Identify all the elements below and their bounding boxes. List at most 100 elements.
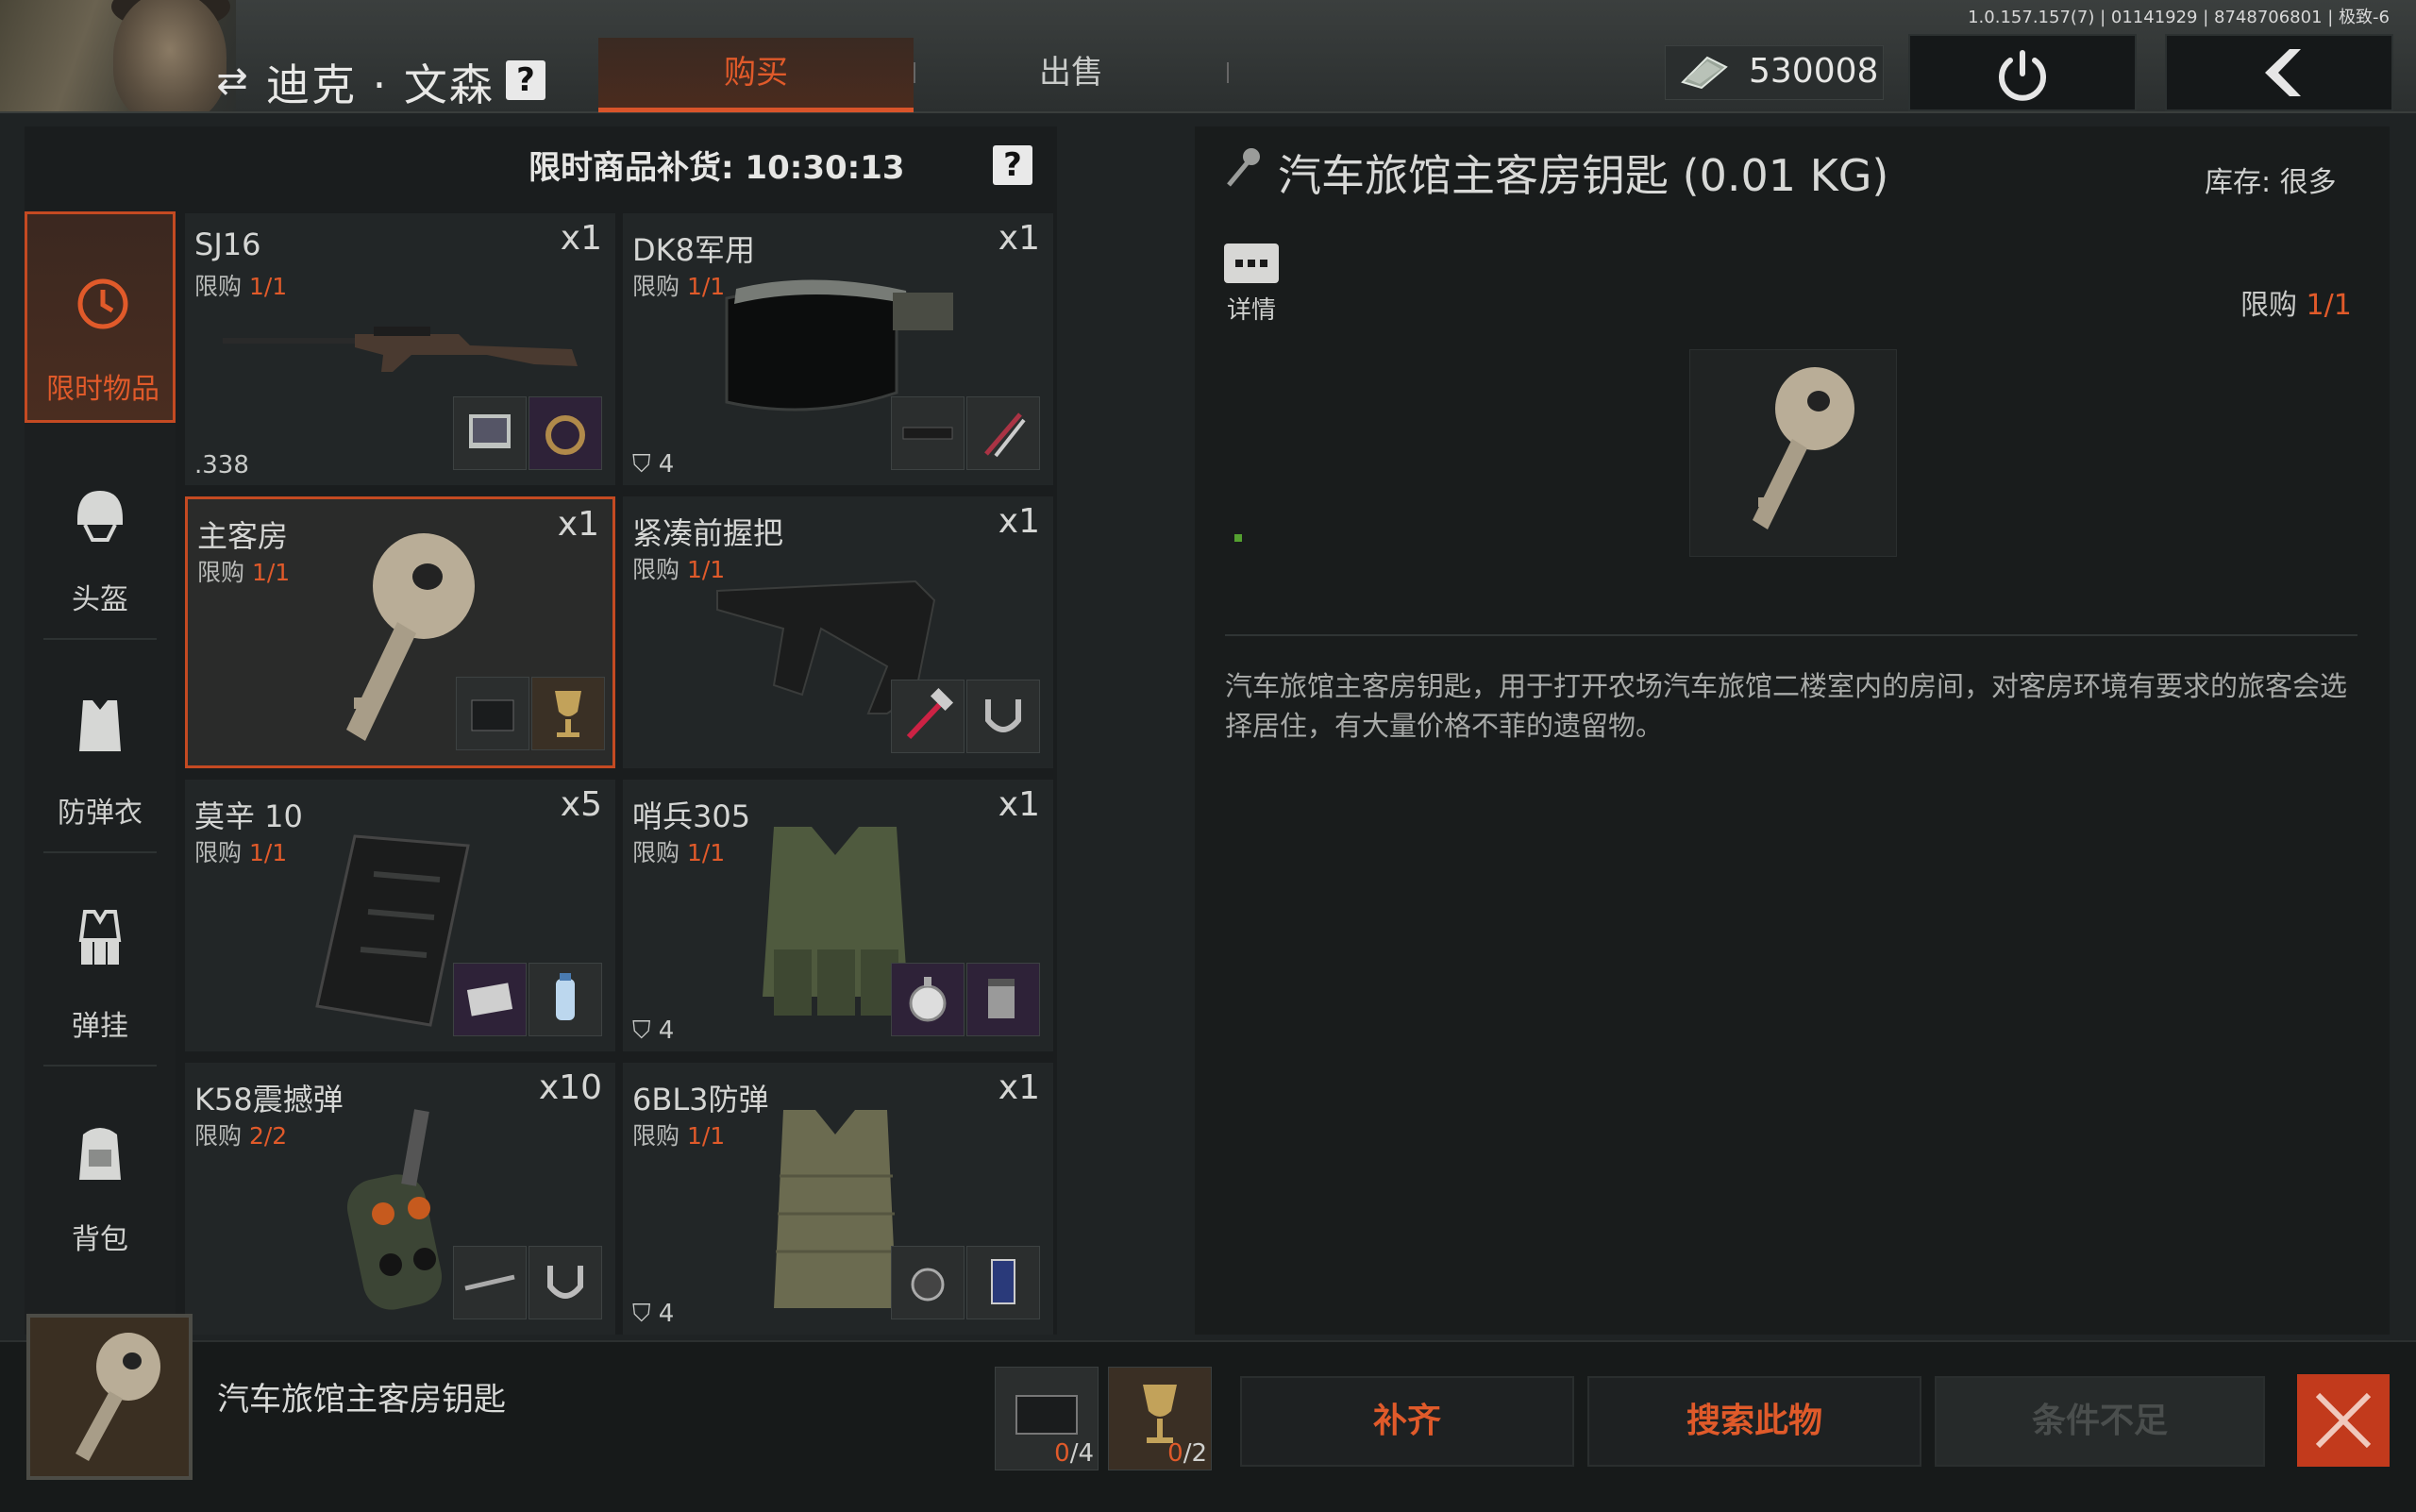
shop-item-sj16[interactable]: SJ16 x1 限购 1/1 .338 bbox=[185, 213, 615, 485]
item-preview bbox=[1689, 349, 1897, 557]
pocket-watch-icon bbox=[909, 977, 947, 1022]
cost-count: 0/2 bbox=[1167, 1439, 1207, 1468]
armor-class: ⛉ 4 bbox=[632, 450, 675, 479]
shop-item-sentry-305[interactable]: 哨兵305 x1 限购 1/1 ⛉ 4 bbox=[623, 780, 1053, 1051]
tab-buy[interactable]: 购买 bbox=[598, 38, 914, 112]
trader-portrait bbox=[0, 0, 236, 111]
money-value: 530008 bbox=[1749, 52, 1879, 91]
item-quantity: x1 bbox=[998, 219, 1040, 258]
requirement-item bbox=[966, 963, 1040, 1036]
requirement-item bbox=[453, 1246, 527, 1319]
cost-item: 0/4 bbox=[995, 1367, 1099, 1470]
power-button[interactable] bbox=[1908, 34, 2137, 111]
helmet-icon bbox=[77, 491, 123, 542]
fill-button[interactable]: 补齐 bbox=[1240, 1376, 1574, 1467]
category-helmet[interactable]: 头盔 bbox=[25, 425, 176, 636]
bottle-icon bbox=[556, 973, 575, 1020]
shop-item-foregrip[interactable]: 紧凑前握把 x1 限购 1/1 bbox=[623, 496, 1053, 768]
key-image bbox=[76, 1333, 160, 1461]
armor-class: ⛉ 4 bbox=[632, 1300, 675, 1328]
key-icon bbox=[1227, 148, 1260, 187]
category-backpack[interactable]: 背包 bbox=[25, 1065, 176, 1276]
trader-name: 迪克 · 文森 bbox=[266, 59, 495, 110]
category-rig[interactable]: 弹挂 bbox=[25, 851, 176, 1063]
insufficient-button[interactable]: 条件不足 bbox=[1935, 1376, 2265, 1467]
requirement-item bbox=[453, 963, 527, 1036]
tablet-icon bbox=[469, 414, 511, 448]
close-button[interactable] bbox=[2297, 1374, 2390, 1467]
requirement-item bbox=[528, 396, 602, 470]
category-armor[interactable]: 防弹衣 bbox=[25, 638, 176, 849]
lighter-icon bbox=[988, 979, 1015, 1018]
shop-item-master-room-key[interactable]: 主客房 x1 限购 1/1 bbox=[185, 496, 615, 768]
tab-sell[interactable]: 出售 bbox=[915, 38, 1227, 108]
cost-item: 0/2 bbox=[1108, 1367, 1212, 1470]
restock-help-button[interactable]: ? bbox=[993, 145, 1032, 185]
item-name: 哨兵305 bbox=[632, 798, 751, 834]
item-quantity: x1 bbox=[557, 505, 599, 544]
tool-icon bbox=[464, 1274, 515, 1291]
shop-item-6bl3[interactable]: 6BL3防弹 x1 限购 1/1 ⛉ 4 bbox=[623, 1063, 1053, 1335]
trader-help-button[interactable]: ? bbox=[506, 60, 545, 100]
selected-item-thumbnail bbox=[26, 1314, 193, 1480]
item-quantity: x1 bbox=[998, 502, 1040, 541]
item-name: 紧凑前握把 bbox=[632, 515, 784, 551]
vest-icon bbox=[79, 700, 121, 751]
item-limit: 限购 1/1 bbox=[194, 273, 288, 300]
stock-status: 库存: 很多 bbox=[2205, 166, 2337, 199]
rifle-image bbox=[223, 327, 578, 372]
requirement-item bbox=[528, 963, 602, 1036]
swap-trader-icon[interactable]: ⇄ bbox=[211, 60, 253, 102]
item-limit: 限购 1/1 bbox=[632, 839, 726, 866]
version-info: 1.0.157.157(7) | 01141929 | 8748706801 |… bbox=[1968, 8, 2390, 27]
armor-class: ⛉ 4 bbox=[632, 1016, 675, 1045]
item-quantity: x1 bbox=[998, 785, 1040, 824]
rig-icon bbox=[78, 910, 122, 965]
chevron-left-icon bbox=[2265, 49, 2301, 96]
flashlight-icon bbox=[902, 427, 953, 440]
item-name: 主客房 bbox=[197, 518, 289, 554]
magnet-icon bbox=[985, 699, 1021, 732]
item-name: DK8军用 bbox=[632, 232, 755, 268]
item-limit: 限购 2/2 bbox=[194, 1122, 288, 1150]
category-label: 头盔 bbox=[72, 583, 128, 616]
money-display: 530008 bbox=[1665, 45, 1884, 100]
category-label: 防弹衣 bbox=[58, 797, 143, 830]
item-limit: 限购 1/1 bbox=[632, 1122, 726, 1150]
requirement-item bbox=[453, 396, 527, 470]
requirement-item bbox=[531, 677, 605, 750]
close-icon bbox=[2315, 1392, 2372, 1449]
item-limit: 限购 1/1 bbox=[197, 559, 291, 586]
requirement-item bbox=[891, 963, 965, 1036]
cost-count: 0/4 bbox=[1054, 1439, 1094, 1468]
hammer-icon bbox=[906, 687, 954, 740]
gold-ring-icon bbox=[545, 415, 585, 455]
item-quantity: x1 bbox=[998, 1068, 1040, 1107]
category-limited[interactable]: 限时物品 bbox=[25, 211, 176, 423]
requirement-item bbox=[891, 1246, 965, 1319]
item-caliber: .338 bbox=[194, 451, 249, 479]
detail-title: 汽车旅馆主客房钥匙 (0.01 KG) bbox=[1278, 150, 1889, 201]
shop-item-k58-grenade[interactable]: K58震撼弹 x10 限购 2/2 bbox=[185, 1063, 615, 1335]
item-name: 莫辛 10 bbox=[194, 798, 303, 834]
search-item-button[interactable]: 搜索此物 bbox=[1587, 1376, 1921, 1467]
details-label: 详情 bbox=[1226, 296, 1276, 325]
item-name: SJ16 bbox=[194, 227, 261, 262]
shop-item-mosin-mag[interactable]: 莫辛 10 x5 限购 1/1 bbox=[185, 780, 615, 1051]
requirement-item bbox=[891, 396, 965, 470]
item-name: 6BL3防弹 bbox=[632, 1082, 769, 1117]
requirement-item bbox=[891, 680, 965, 753]
item-quantity: x10 bbox=[538, 1068, 602, 1107]
requirement-item bbox=[456, 677, 529, 750]
requirement-item bbox=[966, 1246, 1040, 1319]
details-button[interactable]: 详情 bbox=[1223, 244, 1280, 325]
restock-timer: 限时商品补货: 10:30:13 bbox=[528, 149, 905, 187]
back-button[interactable] bbox=[2165, 34, 2393, 111]
category-label: 限时物品 bbox=[46, 373, 159, 406]
item-quantity: x1 bbox=[560, 219, 602, 258]
cash-icon bbox=[1681, 56, 1728, 90]
purchase-limit: 限购 1/1 bbox=[2240, 289, 2352, 322]
compass-icon bbox=[911, 1268, 945, 1302]
shop-item-dk8[interactable]: DK8军用 x1 限购 1/1 ⛉ 4 bbox=[623, 213, 1053, 485]
selected-item-name: 汽车旅馆主客房钥匙 bbox=[217, 1381, 506, 1419]
